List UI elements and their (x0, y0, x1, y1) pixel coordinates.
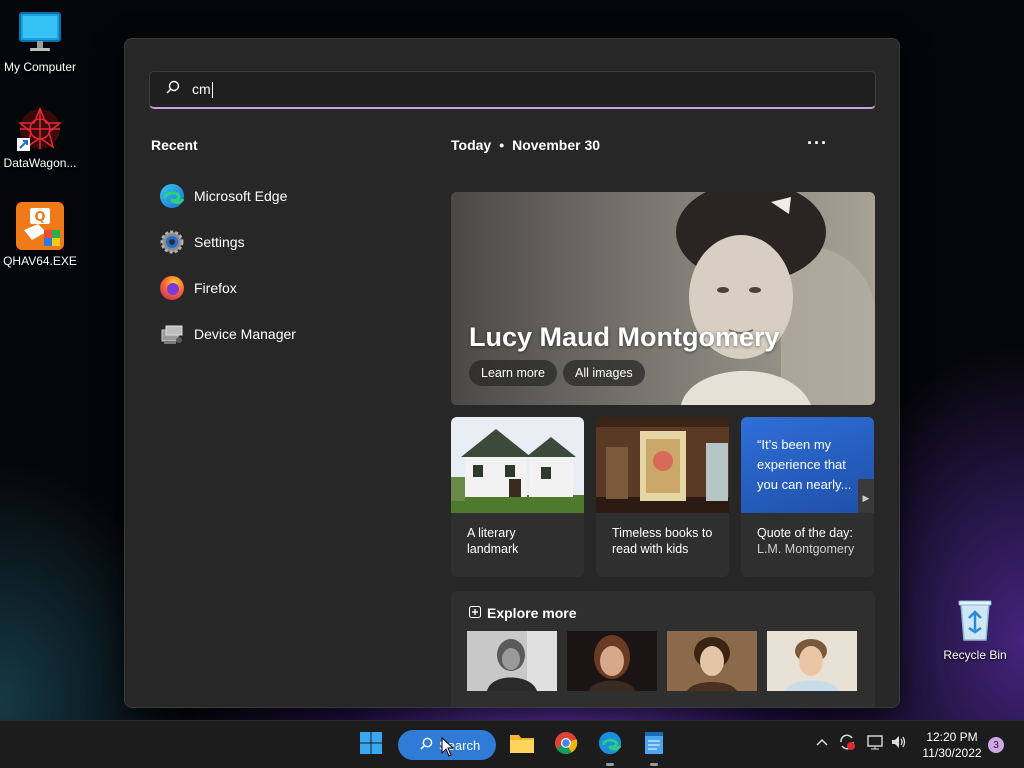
card-timeless-books[interactable]: Timeless books to read with kids (596, 417, 729, 577)
folder-icon (509, 732, 535, 759)
card-title-line: Quote of the day: (757, 526, 853, 540)
next-arrow-icon[interactable]: ▶ (858, 479, 874, 513)
search-panel: cm Recent Microsoft Edge Settings Firefo… (124, 38, 900, 708)
recent-item-firefox[interactable]: Firefox (159, 265, 409, 311)
taskbar-chrome[interactable] (550, 729, 582, 761)
recent-item-label: Microsoft Edge (194, 188, 288, 204)
chrome-icon (554, 731, 578, 760)
recent-item-label: Firefox (194, 280, 237, 296)
explore-more-heading: Explore more (469, 605, 576, 621)
recent-item-settings[interactable]: Settings (159, 219, 409, 265)
search-box[interactable]: cm (149, 71, 876, 109)
desktop-icon-label: Recycle Bin (943, 648, 1007, 662)
edge-icon (159, 183, 185, 209)
show-hidden-icons-chevron-up-icon[interactable] (816, 735, 828, 750)
explore-thumbnail[interactable] (667, 631, 757, 691)
today-heading: Today • November 30 (451, 137, 600, 153)
explore-more-title: Explore more (487, 605, 577, 621)
settings-gear-icon (159, 229, 185, 255)
explore-thumbnail[interactable] (767, 631, 857, 691)
search-icon (166, 80, 180, 99)
desktop-icon-label: DataWagon... (3, 156, 77, 170)
search-icon (420, 737, 433, 753)
datawagon-icon (17, 106, 63, 152)
taskbar-notepad[interactable] (638, 729, 670, 766)
today-label: Today (451, 137, 492, 153)
card-title-line: landmark (467, 542, 519, 556)
card-title-line: read with kids (612, 542, 689, 556)
volume-icon[interactable] (890, 733, 908, 754)
search-query-text: cm (192, 80, 211, 97)
sync-alert-icon[interactable] (838, 733, 856, 754)
all-images-button[interactable]: All images (563, 360, 645, 386)
firefox-icon (159, 275, 185, 301)
recent-item-label: Device Manager (194, 326, 296, 342)
taskbar-edge[interactable] (594, 729, 626, 766)
explore-thumbnail[interactable] (467, 631, 557, 691)
more-options-button[interactable]: ··· (807, 133, 828, 154)
card-title-line: Timeless books to (612, 526, 713, 540)
desktop-icon-label: QHAV64.EXE (3, 254, 77, 268)
monitor-icon (17, 10, 63, 56)
network-icon[interactable] (866, 733, 884, 754)
start-button[interactable] (355, 729, 387, 761)
edge-icon (598, 731, 622, 760)
text-caret (211, 82, 213, 99)
hero-card[interactable]: Lucy Maud Montgomery Learn more All imag… (451, 192, 875, 405)
recycle-bin-icon (952, 598, 998, 644)
taskbar-clock[interactable]: 12:20 PM 11/30/2022 (912, 729, 992, 761)
recent-list: Microsoft Edge Settings Firefox Device M… (159, 173, 409, 357)
recent-item-label: Settings (194, 234, 245, 250)
card-subtitle-line: L.M. Montgomery (757, 542, 855, 556)
clock-time: 12:20 PM (926, 730, 978, 744)
card-literary-landmark[interactable]: A literary landmark (451, 417, 584, 577)
running-indicator (606, 763, 614, 766)
card-quote-of-the-day[interactable]: “It’s been my experience that you can ne… (741, 417, 874, 577)
clock-date: 11/30/2022 (922, 746, 982, 760)
search-input[interactable]: cm (192, 80, 213, 99)
taskbar-file-explorer[interactable] (506, 729, 538, 761)
house-image (451, 417, 584, 513)
learn-more-button[interactable]: Learn more (469, 360, 557, 386)
desktop-icon-recycle-bin[interactable]: Recycle Bin (935, 598, 1015, 662)
svg-text:Q: Q (34, 210, 45, 225)
windows-logo-icon (359, 731, 383, 760)
explore-more-section: Explore more (451, 591, 875, 707)
device-manager-icon (159, 321, 185, 347)
quote-text: “It’s been my experience that you can ne… (757, 437, 852, 492)
recent-item-microsoft-edge[interactable]: Microsoft Edge (159, 173, 409, 219)
mouse-cursor-icon (441, 736, 455, 762)
desktop-icon-qhav64[interactable]: Q QHAV64.EXE (0, 202, 80, 268)
running-indicator (650, 763, 658, 766)
card-title-line: A literary (467, 526, 516, 540)
notification-count-badge[interactable]: 3 (988, 737, 1004, 753)
desktop-icon-datawagon[interactable]: DataWagon... (0, 106, 80, 170)
notepad-icon (643, 731, 665, 760)
desktop-icon-label: My Computer (3, 60, 77, 74)
books-image (596, 417, 729, 513)
hero-title: Lucy Maud Montgomery (469, 322, 780, 352)
quote-panel: “It’s been my experience that you can ne… (741, 417, 874, 513)
today-date: November 30 (512, 137, 601, 153)
recent-heading: Recent (151, 137, 198, 153)
taskbar: Search 12:20 PM 11/30/2022 3 (0, 720, 1024, 768)
desktop-icon-my-computer[interactable]: My Computer (0, 10, 80, 74)
recent-item-device-manager[interactable]: Device Manager (159, 311, 409, 357)
explore-thumbnail[interactable] (567, 631, 657, 691)
separator-dot: • (499, 137, 505, 153)
explore-icon (469, 605, 481, 621)
qhav64-app-icon: Q (16, 202, 64, 250)
